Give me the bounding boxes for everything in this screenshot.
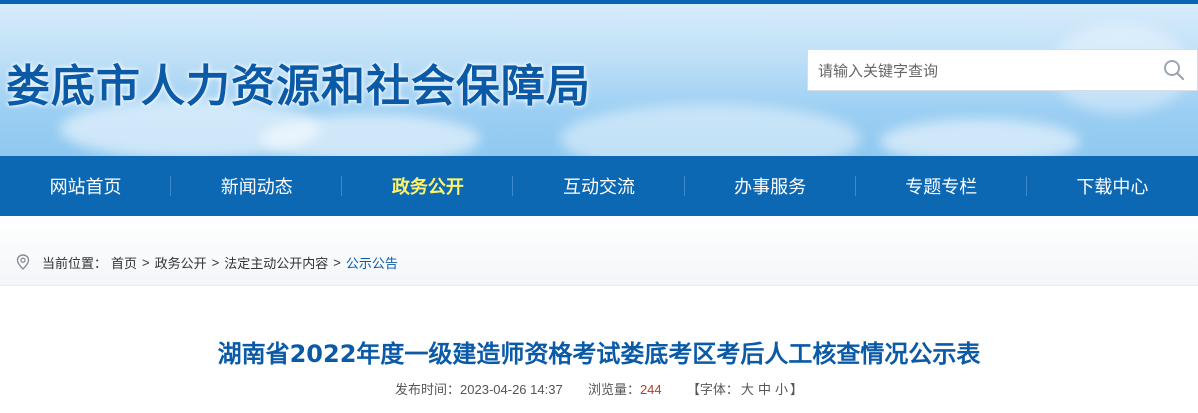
article-title: 湖南省2022年度一级建造师资格考试娄底考区考后人工核查情况公示表 [217,340,981,368]
breadcrumb-separator: > [333,254,341,270]
published-label: 发布时间： [395,382,461,397]
site-title[interactable]: 娄底市人力资源和社会保障局 [6,50,591,114]
location-pin-icon [16,254,30,270]
view-count: 244 [639,382,662,397]
font-size-label-close: 】 [789,382,803,397]
search-icon[interactable] [1163,59,1185,81]
article-meta: 发布时间：2023-04-26 14:37 浏览量：244 【字体：大中小】 [0,379,1198,398]
breadcrumb-separator: > [211,254,220,270]
nav-item-label: 互动交流 [562,177,635,197]
breadcrumb-bar [0,216,1198,286]
search-input[interactable] [818,59,1148,83]
breadcrumb: 当前位置： 首页 > 政务公开 > 法定主动公开内容 > 公示公告 [16,252,398,272]
nav-item-home[interactable]: 网站首页 [0,156,172,216]
breadcrumb-announcements[interactable]: 公示公告 [346,253,398,272]
nav-item-label: 专题专栏 [905,177,978,197]
nav-item-government-affairs[interactable]: 政务公开 [342,156,514,216]
nav-item-news[interactable]: 新闻动态 [171,156,343,216]
font-size-medium-button[interactable]: 中 [758,382,771,397]
font-size-control: 【字体：大中小】 [687,382,803,397]
breadcrumb-home[interactable]: 首页 [111,253,137,272]
nav-item-label: 下载中心 [1076,177,1149,197]
nav-item-label: 政务公开 [391,177,464,197]
font-size-label-open: 【字体： [686,382,739,397]
nav-item-label: 办事服务 [734,177,807,197]
nav-item-label: 网站首页 [49,177,122,197]
breadcrumb-separator: > [142,254,150,270]
breadcrumb-statutory-disclosure[interactable]: 法定主动公开内容 [224,253,328,272]
nav-item-downloads[interactable]: 下载中心 [1027,156,1198,216]
font-size-small-button[interactable]: 小 [775,382,788,397]
header-cloud [880,119,1080,156]
breadcrumb-government-affairs[interactable]: 政务公开 [155,253,207,272]
nav-item-label: 新闻动态 [220,177,293,197]
header-cloud [560,104,860,156]
nav-item-interaction[interactable]: 互动交流 [513,156,685,216]
nav-item-services[interactable]: 办事服务 [685,156,856,216]
search-box [807,49,1198,91]
views-label: 浏览量： [587,382,640,397]
header-cloud [260,114,480,156]
published-date: 2023-04-26 14:37 [460,382,563,397]
font-size-large-button[interactable]: 大 [741,382,754,397]
breadcrumb-prefix: 当前位置： [42,255,108,271]
nav-item-topics[interactable]: 专题专栏 [856,156,1027,216]
main-nav: 网站首页 新闻动态 政务公开 互动交流 办事服务 专题专栏 下载中心 [0,156,1198,216]
